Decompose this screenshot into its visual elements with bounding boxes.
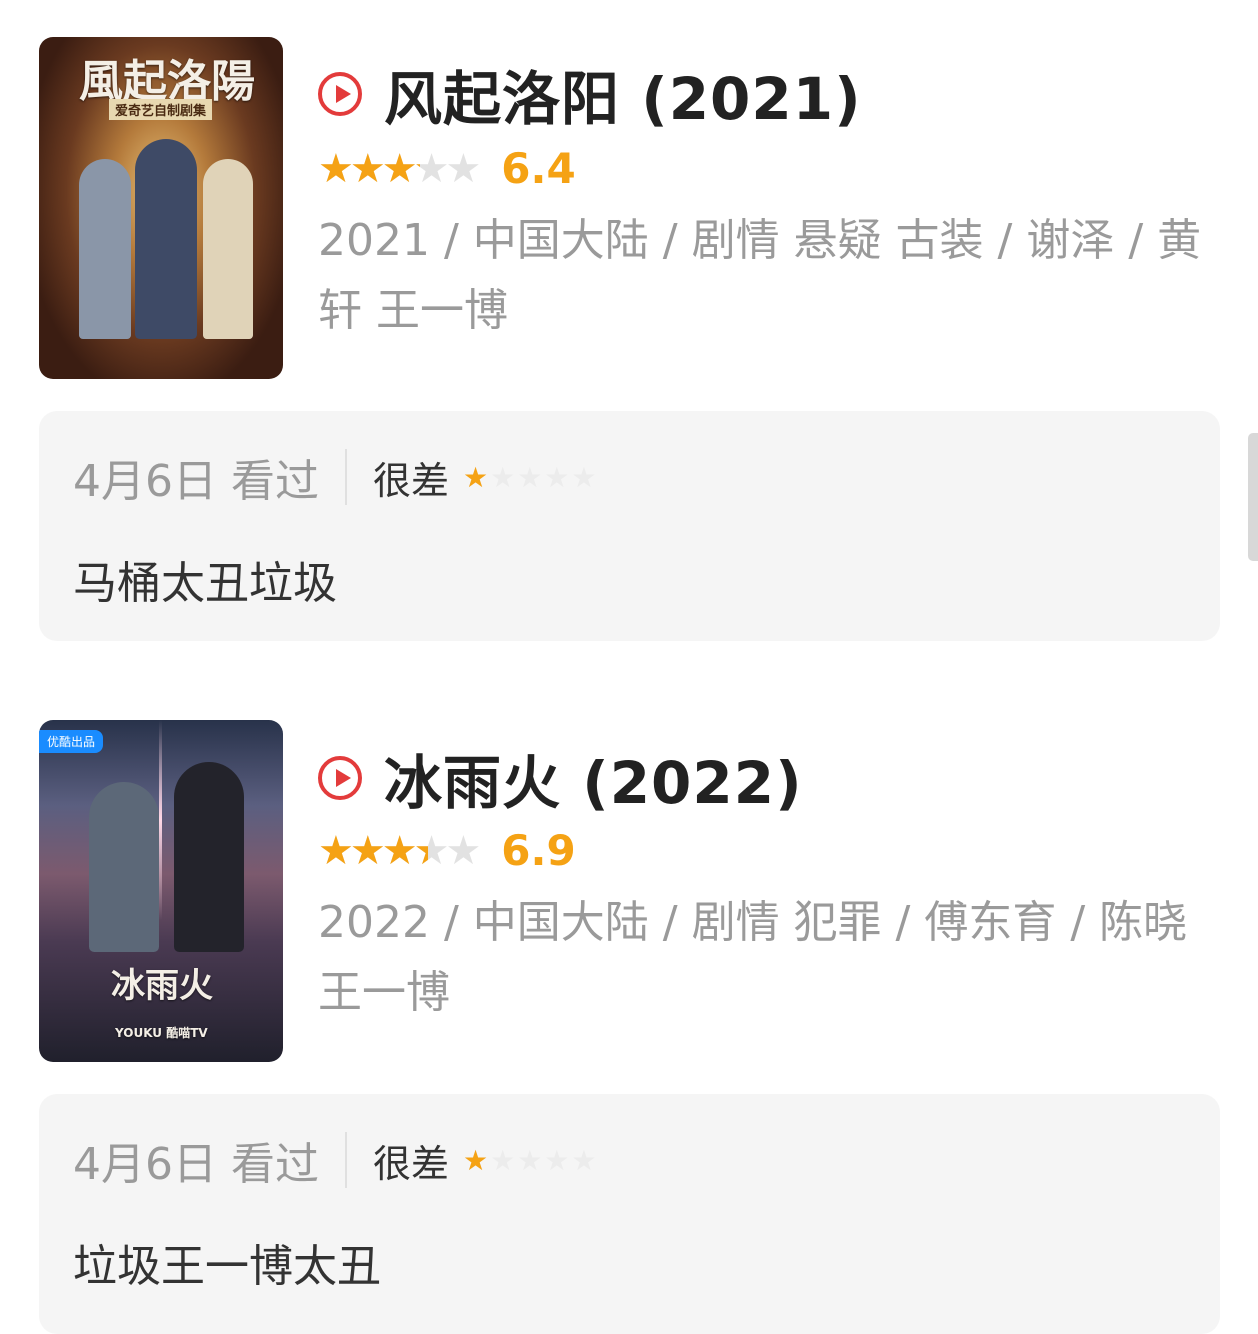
play-icon[interactable] — [318, 756, 362, 800]
review-card[interactable]: 4月6日 看过 很差 ★★★★★ ★★★★★ 垃圾王一博太丑 — [39, 1094, 1220, 1334]
watch-date: 4月6日 看过 — [73, 456, 319, 507]
divider — [344, 1132, 347, 1188]
rating-score: 6.4 — [501, 144, 576, 193]
scrollbar[interactable] — [1248, 433, 1258, 561]
poster-footer: YOUKU 酷喵TV — [115, 1026, 208, 1040]
rating-score: 6.9 — [501, 826, 576, 875]
title-row[interactable]: 冰雨火 (2022) — [318, 736, 803, 820]
star-icon: ★★★★★ ★★★★★ — [318, 145, 481, 192]
star-icon: ★★★★★ ★★★★★ — [463, 460, 599, 494]
poster-light — [159, 720, 162, 920]
verdict-label: 很差 — [372, 458, 449, 503]
poster-figure — [79, 159, 131, 339]
watch-date: 4月6日 看过 — [73, 1139, 319, 1190]
poster-figure — [89, 782, 159, 952]
movie-title[interactable]: 风起洛阳 (2021) — [384, 52, 862, 136]
review-card[interactable]: 4月6日 看过 很差 ★★★★★ ★★★★★ 马桶太丑垃圾 — [39, 411, 1220, 641]
star-icon: ★★★★★ ★★★★★ — [318, 827, 481, 874]
verdict-label: 很差 — [372, 1141, 449, 1186]
poster-figure — [203, 159, 253, 339]
poster-image[interactable]: 优酷出品 冰雨火 YOUKU 酷喵TV — [39, 720, 283, 1062]
movie-title[interactable]: 冰雨火 (2022) — [384, 736, 803, 820]
title-row[interactable]: 风起洛阳 (2021) — [318, 52, 862, 136]
movie-meta: 2022 / 中国大陆 / 剧情 犯罪 / 傅东育 / 陈晓 王一博 — [318, 897, 1188, 1018]
review-comment: 马桶太丑垃圾 — [73, 558, 337, 609]
poster-figure — [135, 139, 197, 339]
movie-meta: 2021 / 中国大陆 / 剧情 悬疑 古装 / 谢泽 / 黄轩 王一博 — [318, 215, 1202, 336]
play-icon[interactable] — [318, 72, 362, 116]
star-icon: ★★★★★ ★★★★★ — [463, 1143, 599, 1177]
review-header: 4月6日 看过 很差 ★★★★★ ★★★★★ — [73, 1130, 599, 1190]
rating-row: ★★★★★ ★★★★★ 6.4 — [318, 144, 576, 193]
poster-subtitle: 爱奇艺自制剧集 — [109, 99, 213, 120]
poster-title: 冰雨火 — [111, 966, 213, 1006]
review-comment: 垃圾王一博太丑 — [73, 1241, 381, 1292]
divider — [344, 449, 347, 505]
review-header: 4月6日 看过 很差 ★★★★★ ★★★★★ — [73, 447, 599, 507]
poster-badge: 优酷出品 — [39, 730, 104, 753]
rating-row: ★★★★★ ★★★★★ 6.9 — [318, 826, 576, 875]
poster-figure — [174, 762, 244, 952]
poster-image[interactable]: 風起洛陽 爱奇艺自制剧集 — [39, 37, 283, 379]
